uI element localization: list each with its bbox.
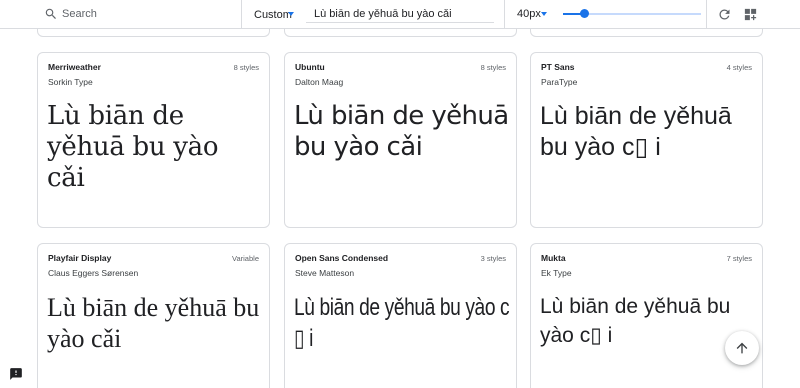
font-styles-count: 7 styles xyxy=(726,254,752,263)
font-name: Open Sans Condensed xyxy=(295,253,389,263)
font-sample-text: Lù biān de yěhuā bu yào c ▯ i xyxy=(294,294,510,352)
font-styles-count: Variable xyxy=(232,254,259,263)
font-styles-count: 8 styles xyxy=(480,63,506,72)
font-styles-count: 4 styles xyxy=(726,63,752,72)
reset-button[interactable] xyxy=(715,5,733,23)
font-name: PT Sans xyxy=(541,62,575,72)
grid-view-button[interactable] xyxy=(741,5,759,23)
font-card-merriweather[interactable]: Merriweather 8 styles Sorkin Type Lù biā… xyxy=(37,52,270,228)
toolbar: Custom 40px xyxy=(0,0,800,29)
font-card-mukta[interactable]: Mukta 7 styles Ek Type Lù biān de yěhuā … xyxy=(530,243,763,388)
font-card-pt-sans[interactable]: PT Sans 4 styles ParaType Lù biān de yěh… xyxy=(530,52,763,228)
card-edge xyxy=(37,29,270,37)
font-card-playfair-display[interactable]: Playfair Display Variable Claus Eggers S… xyxy=(37,243,270,388)
font-name: Mukta xyxy=(541,253,566,263)
font-sample-text: Lù biān de yěhuā bu yào cǎi xyxy=(294,101,509,162)
search-icon xyxy=(45,8,56,19)
preview-mode-label: Custom xyxy=(254,8,292,21)
font-author: ParaType xyxy=(541,77,578,87)
font-author: Claus Eggers Sørensen xyxy=(48,268,139,278)
font-styles-count: 8 styles xyxy=(233,63,259,72)
font-styles-count: 3 styles xyxy=(480,254,506,263)
search-area xyxy=(0,0,242,29)
search-input[interactable] xyxy=(62,5,232,23)
card-edge xyxy=(284,29,517,37)
chevron-down-icon[interactable] xyxy=(541,12,547,16)
preview-mode-select[interactable]: Custom xyxy=(243,0,303,29)
feedback-icon[interactable] xyxy=(9,367,23,381)
sample-text-input[interactable] xyxy=(306,5,494,23)
card-edge xyxy=(530,29,763,37)
font-sample-text: Lù biān de yěhuā bu yào cǎi xyxy=(47,101,219,193)
font-size-slider-thumb[interactable] xyxy=(580,9,589,18)
font-author: Dalton Maag xyxy=(295,77,344,87)
font-sample-text: Lù biān de yěhuā bu yào c▯ i xyxy=(540,295,731,347)
sample-text-field-wrap xyxy=(306,4,494,23)
font-size-control: 40px xyxy=(504,0,707,29)
chevron-down-icon xyxy=(288,12,294,16)
back-to-top-button[interactable] xyxy=(725,331,759,365)
font-name: Ubuntu xyxy=(295,62,325,72)
refresh-icon xyxy=(719,9,729,19)
font-name: Merriweather xyxy=(48,62,101,72)
font-author: Sorkin Type xyxy=(48,77,93,87)
font-author: Steve Matteson xyxy=(295,268,355,278)
font-author: Ek Type xyxy=(541,268,572,278)
font-size-slider[interactable] xyxy=(563,9,701,18)
font-sample-text: Lù biān de yěhuā bu yào c▯ i xyxy=(540,102,732,161)
font-name: Playfair Display xyxy=(48,253,112,263)
font-card-ubuntu[interactable]: Ubuntu 8 styles Dalton Maag Lù biān de y… xyxy=(284,52,517,228)
font-card-open-sans-condensed[interactable]: Open Sans Condensed 3 styles Steve Matte… xyxy=(284,243,517,388)
font-size-select[interactable]: 40px xyxy=(517,8,541,20)
font-sample-text: Lù biān de yěhuā bu yào cǎi xyxy=(47,293,260,353)
arrow-up-icon xyxy=(736,342,748,354)
grid-add-icon xyxy=(744,8,756,20)
